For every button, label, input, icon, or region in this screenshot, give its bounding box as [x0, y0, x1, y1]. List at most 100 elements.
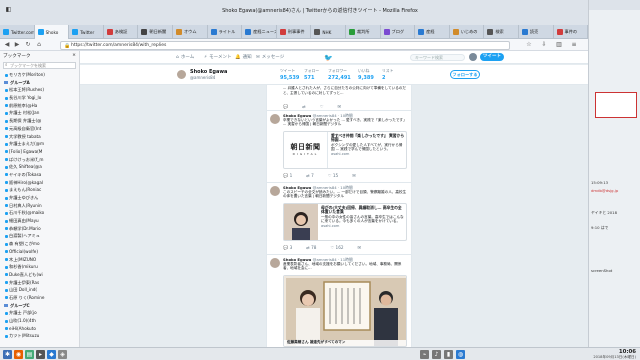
tray-app-icon[interactable]: ◍: [456, 350, 465, 359]
tweet[interactable]: Shoko Egawa @amneris84 · 11時間 産業表彰者さん、地域…: [267, 255, 411, 347]
sidebar-title[interactable]: ブックマーク: [3, 53, 31, 59]
bookmark-item[interactable]: 森 有塑(こがmo: [0, 240, 79, 248]
browser-tab[interactable]: あ検証: [104, 25, 139, 39]
browser-tab[interactable]: 刑事事件: [277, 25, 312, 39]
browser-tab[interactable]: 産経ニュース: [242, 25, 277, 39]
tweet-avatar[interactable]: [270, 258, 280, 268]
bookmark-folder[interactable]: グループA: [0, 79, 79, 87]
url-bar[interactable]: 🔒 https://twitter.com/amneris84/with_rep…: [60, 40, 510, 50]
bookmark-item[interactable]: 弁護士まえだ(@m: [0, 140, 79, 148]
dm-icon[interactable]: ✉: [358, 245, 362, 251]
bookmark-item[interactable]: 佐久 Shiftea(@a: [0, 163, 79, 171]
bookmark-item[interactable]: 前原統幸(@Ha: [0, 102, 79, 110]
browser-tab[interactable]: 読売: [519, 25, 554, 39]
downloads-icon[interactable]: ⇩: [540, 41, 548, 49]
nav-home[interactable]: ⌂ ホーム: [176, 54, 194, 61]
profile-stat[interactable]: リスト 2: [382, 68, 393, 81]
dm-icon[interactable]: ✉: [338, 104, 342, 110]
bookmark-item[interactable]: 長期保 弁護士(@: [0, 117, 79, 125]
profile-avatar[interactable]: [176, 69, 187, 80]
bookmark-item[interactable]: 木上(MIZUNO: [0, 256, 79, 264]
bookmark-item[interactable]: 細田真由(Mayu: [0, 217, 79, 225]
nav-messages[interactable]: ✉ メッセージ: [256, 54, 284, 61]
bookmark-item[interactable]: 弁護士ゆびきん: [0, 194, 79, 202]
bookmark-item[interactable]: [Folio] Egawa(M: [0, 148, 79, 156]
home-icon[interactable]: ⌂: [35, 41, 43, 49]
nav-notifications[interactable]: 🔔 通知: [235, 54, 252, 61]
browser-tab[interactable]: 産経: [415, 25, 450, 39]
browser-tab[interactable]: NHK: [311, 25, 346, 39]
app-menu-icon[interactable]: ◧: [4, 5, 13, 14]
twitter-bird-icon[interactable]: 🐦: [324, 54, 333, 62]
profile-stat[interactable]: いいね 9,389: [358, 68, 374, 81]
account-avatar[interactable]: [469, 53, 477, 61]
library-icon[interactable]: ▥: [555, 41, 563, 49]
retweet-action[interactable]: ⇄ 7: [306, 173, 314, 179]
tray-battery-icon[interactable]: ▮: [444, 350, 453, 359]
taskbar-clock[interactable]: 10:06 2018年09月13日(木曜日): [593, 349, 636, 360]
bookmark-item[interactable]: 阪神Hiro(@kagal: [0, 179, 79, 187]
like-icon[interactable]: ♡: [320, 104, 324, 110]
bookmark-item[interactable]: まえもん(Roniac: [0, 186, 79, 194]
timeline-top-tweet[interactable]: ... 弁護人とされた人が、さらに自分たちの公判に向けて準備をしているのだと、主…: [267, 85, 411, 111]
profile-stat[interactable]: ツイート 95,539: [280, 68, 299, 81]
bookmark-folder[interactable]: グループC: [0, 302, 79, 310]
background-window[interactable]: 15:09:13 dmdb@dsjg.jp ヤイキと 2018 9:10 はで …: [588, 0, 640, 347]
reply-icon[interactable]: 💬: [283, 104, 288, 110]
retweet-action[interactable]: ⇄ 78: [306, 245, 316, 251]
bookmark-item[interactable]: 弁護士伊東(Ras: [0, 279, 79, 287]
terminal-taskbar-icon[interactable]: ▸: [36, 350, 45, 359]
browser-tab[interactable]: オウム: [173, 25, 208, 39]
tweet-button[interactable]: ツイート: [480, 53, 504, 61]
bookmark-item[interactable]: 大学教授 tabata: [0, 133, 79, 141]
dm-icon[interactable]: ✉: [352, 173, 356, 179]
tray-volume-icon[interactable]: ♪: [432, 350, 441, 359]
tweet[interactable]: Shoko Egawa @amneris84 · 10時間 このスピーチの全文が…: [267, 183, 411, 255]
reload-icon[interactable]: ↻: [24, 41, 32, 49]
bookmark-item[interactable]: 恭頼学(Dr.Mario: [0, 225, 79, 233]
browser-tab[interactable]: いじめの: [450, 25, 485, 39]
bookmark-item[interactable]: 弁護士 村松(Jan: [0, 109, 79, 117]
bookmark-item[interactable]: ヤイキの(Tokasa: [0, 171, 79, 179]
bookmark-item[interactable]: 松本王将(Rushes): [0, 86, 79, 94]
app-taskbar-icon[interactable]: ◆: [47, 350, 56, 359]
app-taskbar-icon[interactable]: ◈: [58, 350, 67, 359]
like-action[interactable]: ♡ 15: [328, 173, 338, 179]
bookmark-item[interactable]: 石原 りく(Romine: [0, 294, 79, 302]
bookmark-item[interactable]: ばけけっお米(f_m: [0, 156, 79, 164]
bookmark-item[interactable]: 元高級自衛官(Int: [0, 125, 79, 133]
tweet-avatar[interactable]: [270, 186, 280, 196]
browser-tab[interactable]: ライトル: [208, 25, 243, 39]
sidebar-close-icon[interactable]: ×: [72, 53, 76, 59]
bookmark-item[interactable]: Official(wolfe): [0, 248, 79, 256]
tweet-avatar[interactable]: [270, 114, 280, 124]
sidebar-search-input[interactable]: ⌕ ブックマークを検索: [3, 62, 76, 69]
nav-moments[interactable]: ⚡ モーメント: [204, 54, 232, 61]
bookmark-item[interactable]: 和杉香(mikuru: [0, 263, 79, 271]
browser-tab[interactable]: 朝日新聞: [138, 25, 173, 39]
back-icon[interactable]: ◀: [3, 41, 11, 49]
link-card[interactable]: 朝日新聞 DIGITAL 愛すべき仲間『楽しかったです』 実習から帰国… ボクシ…: [283, 131, 407, 169]
tray-network-icon[interactable]: ⌁: [420, 350, 429, 359]
bookmark-star-icon[interactable]: ☆: [525, 41, 533, 49]
retweet-icon[interactable]: ⇄: [302, 104, 306, 110]
browser-tab[interactable]: 裁判所: [346, 25, 381, 39]
reply-action[interactable]: 💬 3: [283, 245, 292, 251]
browser-tab[interactable]: Twitter.com: [0, 25, 35, 39]
bookmark-item[interactable]: 長谷川学 Yogi_lo: [0, 94, 79, 102]
follow-button[interactable]: フォローする: [450, 70, 480, 79]
bookmark-item[interactable]: 日村典人(Ryunin: [0, 202, 79, 210]
firefox-taskbar-icon[interactable]: ◉: [14, 350, 23, 359]
bookmark-item[interactable]: Duke直人ども(wi: [0, 271, 79, 279]
bookmark-item[interactable]: 白渡製(ヘアミュ: [0, 232, 79, 240]
bookmark-item[interactable]: カツト(Mitsuzu: [0, 332, 79, 340]
browser-tab[interactable]: 検索: [484, 25, 519, 39]
link-card[interactable]: 母がの(大丈夫)回帰、異議取消し… 高卒生の全体置いた言葉 一般の中の女性の皆さ…: [283, 203, 407, 241]
menu-icon[interactable]: ≡: [570, 41, 578, 49]
tweet[interactable]: Shoko Egawa @amneris84 · 10時間 卒業できないという言…: [267, 111, 411, 183]
bookmark-item[interactable]: 山田 Doll_ind(: [0, 286, 79, 294]
bookmark-item[interactable]: 弁護士 戸部(jo: [0, 309, 79, 317]
browser-tab[interactable]: 事件の: [554, 25, 589, 39]
browser-tab[interactable]: Shoko: [34, 25, 70, 39]
browser-tab[interactable]: Twitter: [69, 25, 104, 39]
